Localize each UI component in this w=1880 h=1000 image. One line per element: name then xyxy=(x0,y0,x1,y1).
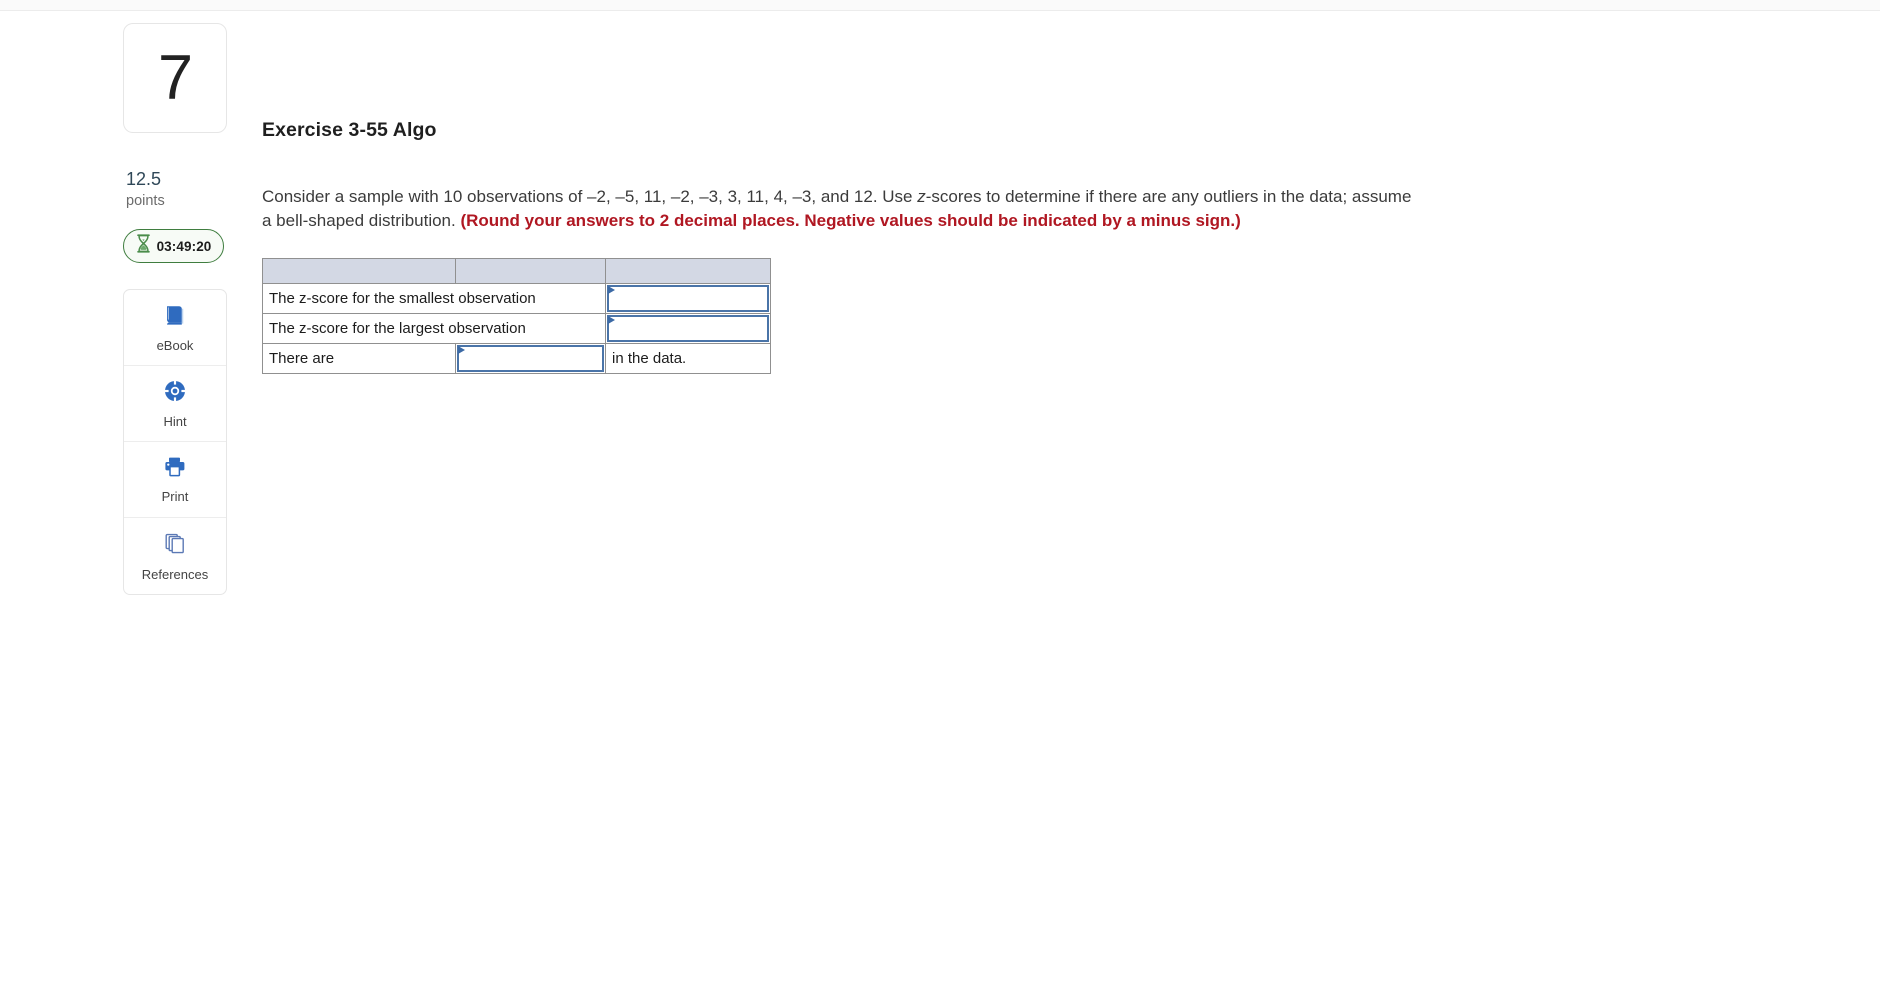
tool-panel: eBook Hint Print References xyxy=(123,289,227,595)
question-prompt: Consider a sample with 10 observations o… xyxy=(262,185,1422,232)
pages-stack-icon xyxy=(162,531,188,562)
page-body: 7 12.5 points 03:49:20 eBook Hint Print … xyxy=(0,11,1880,1000)
largest-zscore-input[interactable] xyxy=(606,315,769,342)
answer-table-wrapper: The z-score for the smallest observation… xyxy=(261,258,1602,374)
table-header-row xyxy=(261,258,772,284)
header-cell-1 xyxy=(261,258,457,284)
table-row: There are in the data. xyxy=(261,343,772,374)
header-cell-2 xyxy=(455,258,606,284)
smallest-observation-label: The z-score for the smallest observation xyxy=(269,290,536,307)
points-value: 12.5 xyxy=(126,169,162,189)
outlier-count-input[interactable] xyxy=(457,345,604,372)
ebook-button[interactable]: eBook xyxy=(124,290,226,366)
row-label-largest: The z-score for the largest observation xyxy=(262,313,606,344)
prompt-emphasis: (Round your answers to 2 decimal places.… xyxy=(460,210,1241,230)
table-row: The z-score for the smallest observation xyxy=(262,283,772,314)
row-input-cell-outlier-count xyxy=(455,343,606,374)
timer-badge: 03:49:20 xyxy=(123,229,224,263)
header-cell-3 xyxy=(604,258,772,284)
points-block: 12.5 points xyxy=(123,168,227,211)
table-row: The z-score for the largest observation xyxy=(262,313,772,344)
print-label: Print xyxy=(161,489,189,504)
references-label: References xyxy=(141,566,209,582)
answer-table: The z-score for the smallest observation… xyxy=(261,258,772,374)
input-holder xyxy=(456,344,605,373)
row-label-outlier-count: There are xyxy=(261,343,457,374)
page-title: Exercise 3-55 Algo xyxy=(262,119,437,141)
points-label: points xyxy=(126,193,165,209)
hourglass-icon xyxy=(136,234,151,258)
hint-label: Hint xyxy=(163,414,187,429)
ebook-label: eBook xyxy=(156,338,194,353)
printer-icon xyxy=(162,455,188,484)
question-sidebar: 7 12.5 points 03:49:20 eBook Hint Print … xyxy=(123,23,227,595)
row-label-smallest: The z-score for the smallest observation xyxy=(262,283,606,314)
largest-observation-label: The z-score for the largest observation xyxy=(269,320,526,337)
life-ring-icon xyxy=(162,378,188,409)
in-the-data-label: in the data. xyxy=(611,350,687,367)
smallest-zscore-input[interactable] xyxy=(606,285,769,312)
print-button[interactable]: Print xyxy=(124,442,226,518)
row-input-cell-smallest xyxy=(604,283,772,314)
question-number: 7 xyxy=(157,42,193,113)
input-holder xyxy=(606,314,770,343)
question-content: Exercise 3-55 Algo Consider a sample wit… xyxy=(261,23,1602,374)
row-input-cell-largest xyxy=(604,313,772,344)
references-button[interactable]: References xyxy=(124,518,226,594)
row-trailing-cell: in the data. xyxy=(604,343,772,374)
prompt-part-1: Consider a sample with 10 observations o… xyxy=(262,187,918,206)
input-holder xyxy=(606,284,770,313)
hint-button[interactable]: Hint xyxy=(124,366,226,442)
book-icon xyxy=(162,302,188,333)
timer-value: 03:49:20 xyxy=(156,238,212,254)
there-are-label: There are xyxy=(269,350,335,367)
top-bar xyxy=(0,0,1880,11)
prompt-italic-z: z xyxy=(917,187,926,206)
question-number-card: 7 xyxy=(123,23,227,133)
